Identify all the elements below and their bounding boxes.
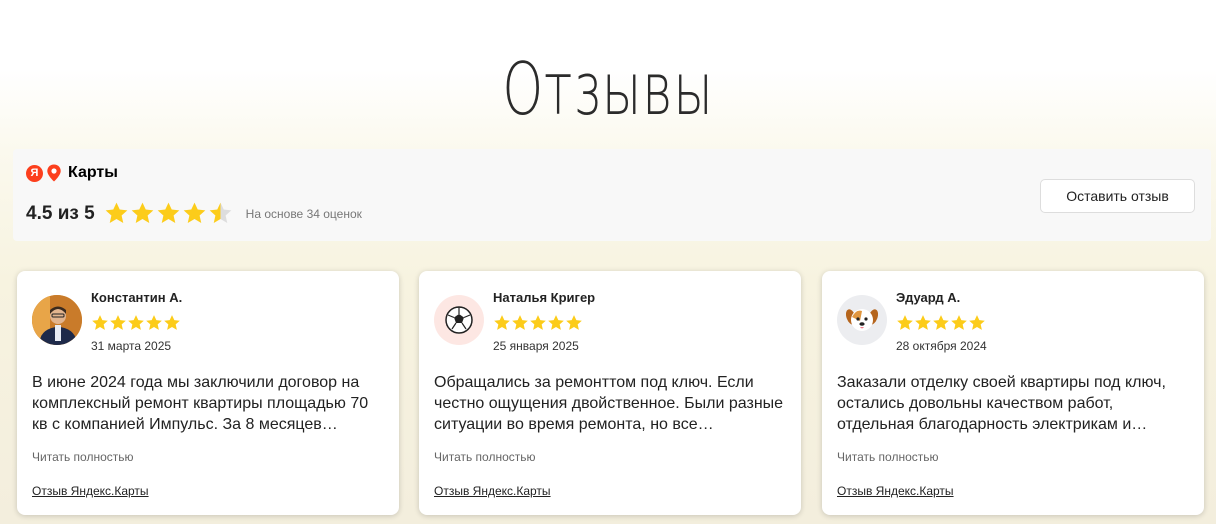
reviewer-name: Наталья Кригер (493, 290, 596, 305)
star-filled-icon (566, 315, 582, 330)
read-more-link[interactable]: Читать полностью (837, 450, 939, 464)
star-half-icon (209, 202, 232, 223)
read-more-link[interactable]: Читать полностью (434, 450, 536, 464)
review-text: Заказали отделку своей квартиры под ключ… (837, 374, 1166, 433)
rating-count: На основе 34 оценок (245, 206, 362, 221)
star-filled-icon (105, 202, 128, 223)
star-filled-icon (131, 202, 154, 223)
review-stars (896, 314, 986, 332)
page-title: Отзывы (502, 47, 714, 131)
rating-score: 4.5 из 5 (26, 202, 95, 224)
review-text: Обращались за ремонттом под ключ. Если ч… (434, 374, 784, 433)
overall-stars (104, 201, 234, 226)
star-filled-icon (92, 315, 108, 330)
yandex-logo-icon: Я (26, 164, 43, 182)
leave-review-button[interactable]: Оставить отзыв (1040, 179, 1195, 213)
soccer-ball-icon (434, 295, 484, 345)
review-date: 28 октября 2024 (896, 339, 987, 353)
star-filled-icon (530, 315, 546, 330)
overall-rating: 4.5 из 5 На основе 34 оценок (26, 201, 362, 226)
star-filled-icon (146, 315, 162, 330)
review-stars (91, 314, 181, 332)
brand-label: Карты (68, 164, 118, 181)
review-text: В июне 2024 года мы заключили договор на… (32, 374, 369, 433)
star-filled-icon (512, 315, 528, 330)
map-pin-icon (47, 164, 61, 182)
dog-face-icon (837, 295, 887, 345)
star-filled-icon (897, 315, 913, 330)
star-filled-icon (128, 315, 144, 330)
reviewer-name: Эдуард А. (896, 290, 961, 305)
star-filled-icon (110, 315, 126, 330)
yandex-maps-brand: Я Карты (26, 164, 118, 182)
star-filled-icon (548, 315, 564, 330)
review-date: 31 марта 2025 (91, 339, 172, 353)
star-filled-icon (157, 202, 180, 223)
star-filled-icon (494, 315, 510, 330)
user-photo-icon (32, 295, 82, 345)
review-card: Константин А. 31 марта 2025 В июне 2024 … (17, 271, 399, 515)
read-more-link[interactable]: Читать полностью (32, 450, 134, 464)
reviewer-name: Константин А. (91, 290, 183, 305)
star-filled-icon (164, 315, 180, 330)
star-filled-icon (915, 315, 931, 330)
review-stars (493, 314, 583, 332)
yandex-rating-summary: Я Карты 4.5 из 5 На основе 34 оценок Ост… (13, 149, 1211, 241)
review-card: Эдуард А. 28 октября 2024 Заказали отдел… (822, 271, 1204, 515)
review-source-link[interactable]: Отзыв Яндекс.Карты (434, 484, 551, 498)
star-filled-icon (183, 202, 206, 223)
star-filled-icon (933, 315, 949, 330)
review-date: 25 января 2025 (493, 339, 579, 353)
star-filled-icon (969, 315, 985, 330)
review-source-link[interactable]: Отзыв Яндекс.Карты (837, 484, 954, 498)
review-card: Наталья Кригер 25 января 2025 Обращались… (419, 271, 801, 515)
star-filled-icon (951, 315, 967, 330)
review-source-link[interactable]: Отзыв Яндекс.Карты (32, 484, 149, 498)
